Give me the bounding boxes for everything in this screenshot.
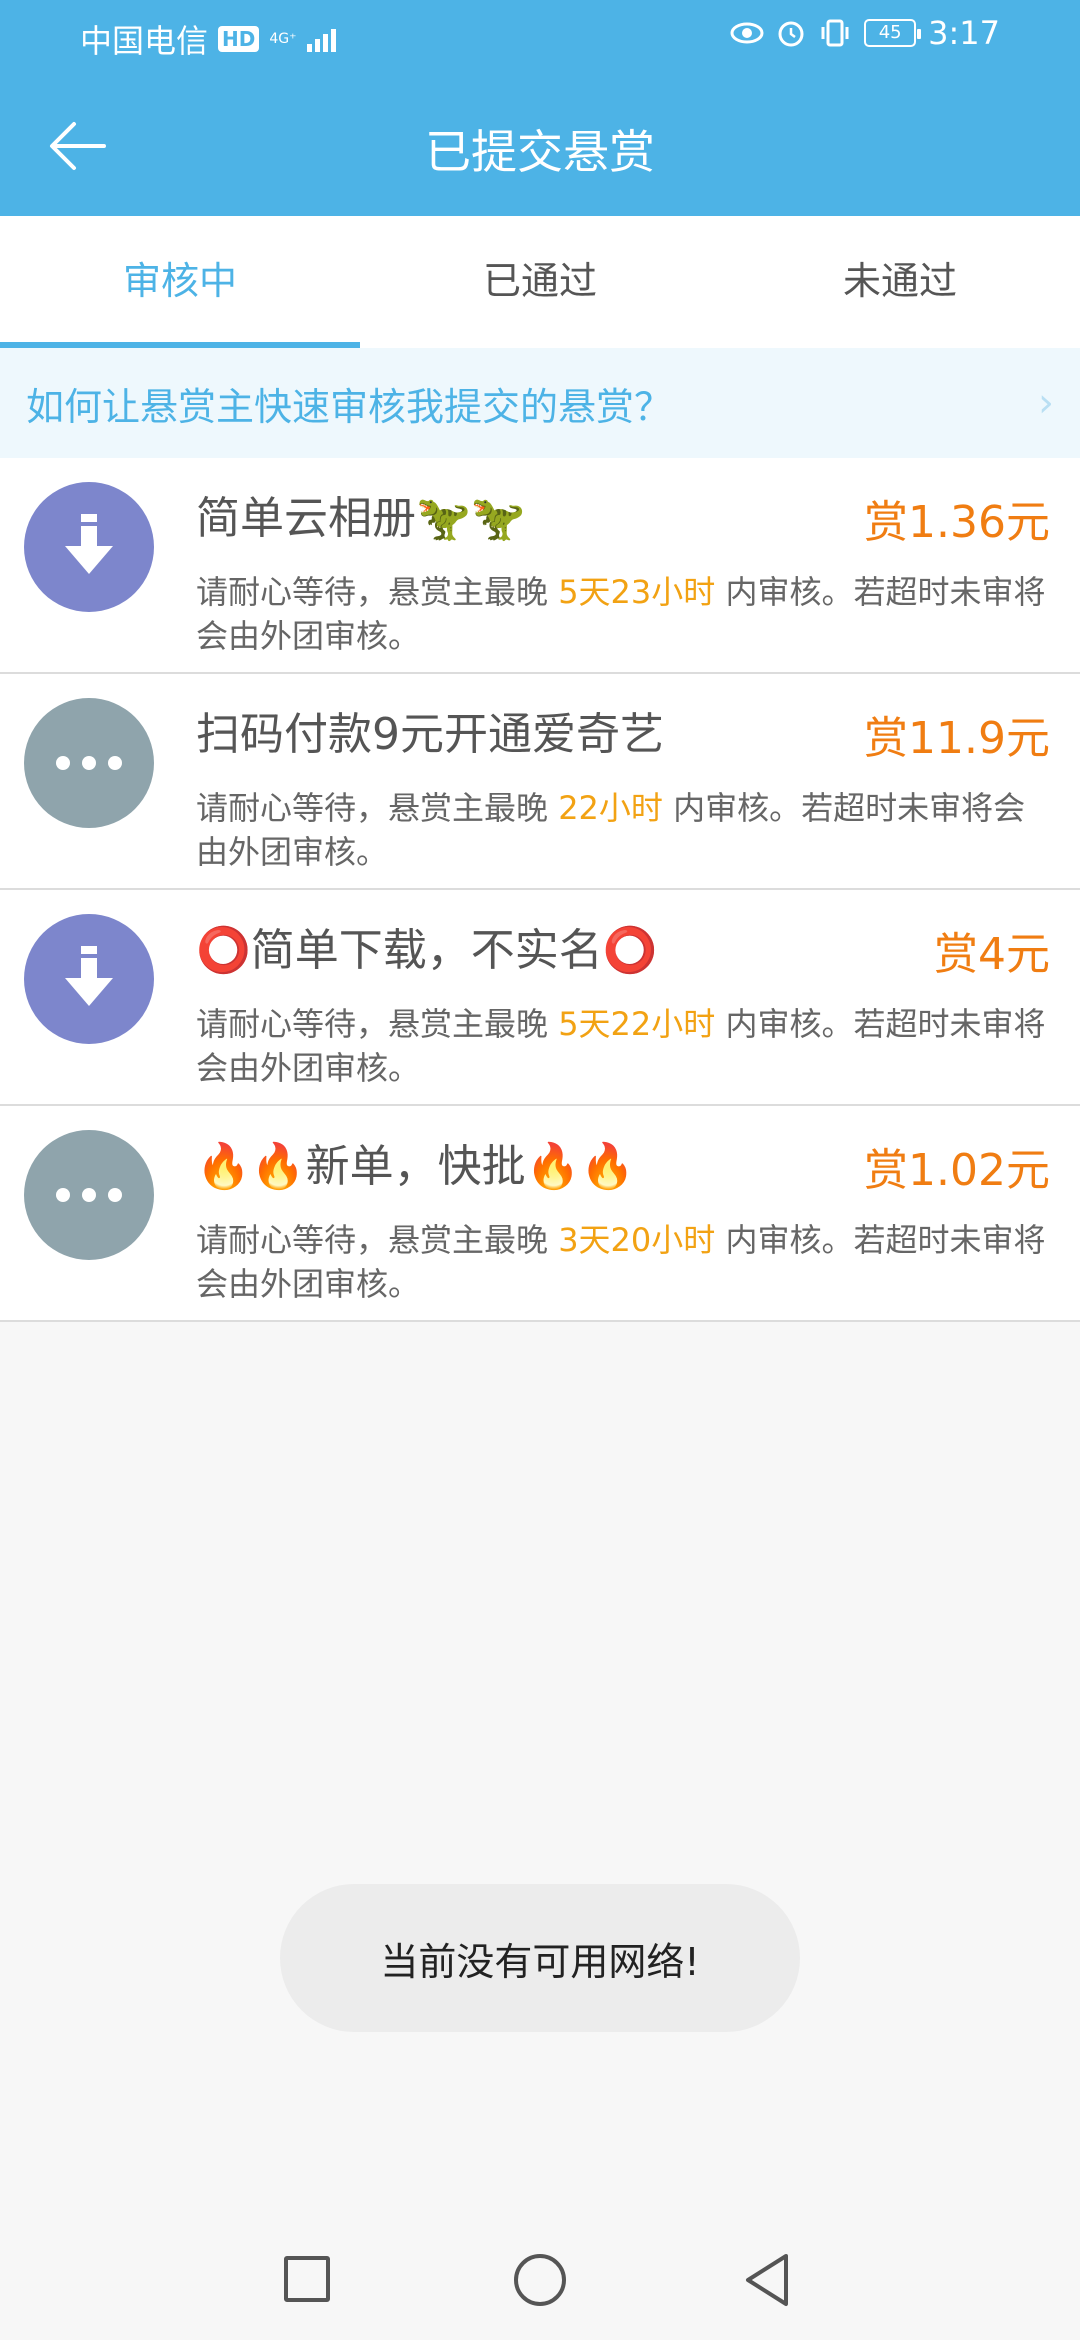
home-button[interactable] (514, 2254, 566, 2306)
list-item[interactable]: ⭕简单下载，不实名⭕ 赏4元 请耐心等待，悬赏主最晚 5天22小时 内审核。若超… (0, 890, 1080, 1106)
eye-icon (730, 22, 764, 44)
alarm-icon (778, 21, 804, 47)
battery-icon: 45 (864, 19, 922, 47)
tab-rejected[interactable]: 未通过 (720, 216, 1080, 348)
item-description: 请耐心等待，悬赏主最晚 5天22小时 内审核。若超时未审将会由外团审核。 (196, 1002, 1050, 1090)
item-title: 简单云相册🦖🦖 (196, 493, 526, 544)
submission-list: 简单云相册🦖🦖 赏1.36元 请耐心等待，悬赏主最晚 5天23小时 内审核。若超… (0, 458, 1080, 1322)
list-item[interactable]: 扫码付款9元开通爱奇艺 赏11.9元 请耐心等待，悬赏主最晚 22小时 内审核。… (0, 674, 1080, 890)
status-tabs: 审核中 已通过 未通过 (0, 216, 1080, 348)
review-tip-link[interactable]: 如何让悬赏主快速审核我提交的悬赏？ › (0, 348, 1080, 458)
deadline-text: 5天23小时 (558, 573, 716, 611)
item-description: 请耐心等待，悬赏主最晚 22小时 内审核。若超时未审将会由外团审核。 (196, 786, 1050, 874)
tip-text: 如何让悬赏主快速审核我提交的悬赏？ (26, 384, 673, 429)
list-item[interactable]: 🔥🔥新单，快批🔥🔥 赏1.02元 请耐心等待，悬赏主最晚 3天20小时 内审核。… (0, 1106, 1080, 1322)
item-reward: 赏11.9元 (864, 713, 1050, 764)
carrier-label: 中国电信 (80, 22, 209, 60)
deadline-text: 22小时 (558, 789, 663, 827)
vibrate-icon (821, 19, 849, 47)
desc-text: 请耐心等待，悬赏主最晚 (196, 573, 559, 611)
tab-approved[interactable]: 已通过 (360, 216, 720, 348)
status-bar: 中国电信 HD 4G⁺ 45 3:17 (0, 0, 1080, 72)
download-icon (24, 914, 154, 1044)
toast-message: 当前没有可用网络! (280, 1884, 800, 2032)
hd-badge: HD (218, 26, 260, 52)
item-title: ⭕简单下载，不实名⭕ (196, 925, 658, 976)
status-right: 45 3:17 (730, 14, 1000, 52)
more-icon (24, 1130, 154, 1260)
desc-text: 请耐心等待，悬赏主最晚 (196, 789, 559, 827)
clock: 3:17 (928, 14, 1000, 52)
deadline-text: 3天20小时 (558, 1221, 716, 1259)
app-header: 已提交悬赏 (0, 72, 1080, 216)
recents-button[interactable] (284, 2256, 330, 2302)
system-nav-bar (0, 2200, 1080, 2340)
chevron-right-icon: › (1038, 380, 1054, 426)
more-icon (24, 698, 154, 828)
desc-text: 请耐心等待，悬赏主最晚 (196, 1005, 559, 1043)
item-title: 扫码付款9元开通爱奇艺 (196, 709, 664, 760)
item-description: 请耐心等待，悬赏主最晚 5天23小时 内审核。若超时未审将会由外团审核。 (196, 570, 1050, 658)
tab-reviewing[interactable]: 审核中 (0, 216, 360, 348)
item-reward: 赏1.02元 (864, 1145, 1050, 1196)
nav-back-button[interactable] (742, 2252, 792, 2308)
item-description: 请耐心等待，悬赏主最晚 3天20小时 内审核。若超时未审将会由外团审核。 (196, 1218, 1050, 1306)
list-item[interactable]: 简单云相册🦖🦖 赏1.36元 请耐心等待，悬赏主最晚 5天23小时 内审核。若超… (0, 458, 1080, 674)
status-left: 中国电信 HD 4G⁺ (80, 16, 336, 62)
page-title: 已提交悬赏 (425, 125, 655, 179)
item-reward: 赏1.36元 (864, 497, 1050, 548)
signal-icon (306, 26, 336, 52)
deadline-text: 5天22小时 (558, 1005, 716, 1043)
item-reward: 赏4元 (934, 929, 1050, 980)
desc-text: 请耐心等待，悬赏主最晚 (196, 1221, 559, 1259)
download-icon (24, 482, 154, 612)
network-label: 4G⁺ (269, 31, 297, 47)
item-title: 🔥🔥新单，快批🔥🔥 (196, 1141, 636, 1192)
